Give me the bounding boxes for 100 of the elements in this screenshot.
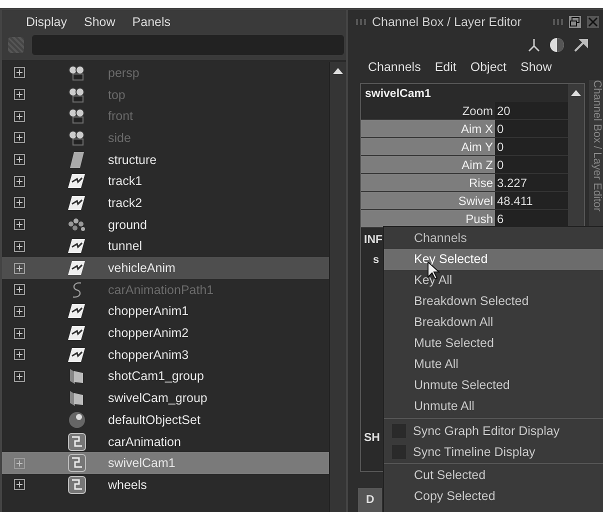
- outliner-row[interactable]: shotCam1_group: [2, 366, 329, 388]
- section-label: INF: [364, 234, 383, 246]
- expand-icon[interactable]: [14, 219, 25, 230]
- menu-item[interactable]: Copy Selected: [384, 486, 603, 507]
- transform-icon: [68, 303, 86, 320]
- panel-title: Channel Box / Layer Editor: [372, 15, 522, 29]
- node-name: front: [108, 109, 134, 124]
- channel-value[interactable]: 0: [495, 156, 568, 174]
- surface-icon: [69, 150, 85, 169]
- transform-icon: [68, 238, 86, 254]
- outliner-row[interactable]: defaultObjectSet: [2, 409, 329, 431]
- outliner-row[interactable]: wheels: [2, 474, 329, 496]
- outliner-row[interactable]: track1: [2, 170, 329, 192]
- menu-item[interactable]: Sync Graph Editor Display: [413, 424, 560, 438]
- expand-icon[interactable]: [14, 132, 25, 144]
- node-name: shotCam1_group: [108, 369, 204, 384]
- input-node-name: s: [373, 254, 380, 266]
- expand-icon[interactable]: [14, 328, 25, 339]
- camera-icon: [67, 86, 87, 103]
- float-icon[interactable]: [569, 16, 581, 28]
- contrast-icon[interactable]: [549, 37, 565, 53]
- expand-icon[interactable]: [14, 479, 25, 490]
- menu-item[interactable]: Mute All: [384, 354, 603, 375]
- menu-item[interactable]: Display: [26, 15, 67, 32]
- layer-icon: [68, 454, 86, 472]
- expand-icon[interactable]: [14, 284, 25, 296]
- expand-icon[interactable]: [14, 67, 25, 78]
- channel-value[interactable]: 20: [495, 102, 568, 120]
- expand-icon[interactable]: [14, 306, 25, 317]
- node-name: track2: [108, 196, 142, 210]
- outliner-row[interactable]: track2: [2, 192, 329, 214]
- menu-item[interactable]: Edit: [434, 60, 456, 80]
- outliner-row[interactable]: chopperAnim1: [2, 300, 329, 322]
- menu-item[interactable]: Breakdown Selected: [384, 291, 603, 312]
- menu-item[interactable]: Sync Timeline Display: [413, 444, 536, 458]
- transform-icon: [68, 260, 86, 276]
- menu-item[interactable]: Mute Selected: [384, 333, 603, 354]
- channel-name[interactable]: Aim Z: [361, 156, 495, 174]
- node-name: carAnimationPath1: [108, 282, 214, 297]
- menu-header: Channels: [413, 230, 468, 247]
- expand-icon[interactable]: [14, 349, 25, 360]
- outliner-row[interactable]: tunnel: [2, 236, 329, 258]
- channel-name[interactable]: Rise: [361, 174, 495, 192]
- outliner-row[interactable]: chopperAnim2: [2, 322, 329, 344]
- scroll-up-icon[interactable]: [333, 68, 343, 74]
- expand-icon[interactable]: [14, 262, 25, 274]
- outliner-row[interactable]: chopperAnim3: [2, 344, 329, 366]
- outliner-row[interactable]: swivelCam_group: [2, 387, 329, 409]
- channel-value[interactable]: 3.227: [495, 174, 568, 192]
- expand-icon[interactable]: [14, 154, 25, 166]
- menu-item[interactable]: Object: [470, 60, 507, 80]
- expand-icon[interactable]: [14, 370, 25, 382]
- outliner-row[interactable]: ground: [2, 214, 329, 236]
- expand-icon[interactable]: [14, 240, 25, 252]
- menu-item[interactable]: Breakdown All: [384, 312, 603, 333]
- outliner-row[interactable]: structure: [2, 148, 329, 170]
- node-name: swivelCam1: [108, 456, 176, 470]
- camera-icon: [67, 130, 87, 146]
- menu-item[interactable]: Show: [84, 15, 116, 32]
- channel-name[interactable]: Push: [361, 210, 495, 228]
- menu-item[interactable]: Unmute Selected: [384, 375, 603, 396]
- menu-item[interactable]: Panels: [132, 15, 171, 32]
- channel-name[interactable]: Swivel: [361, 192, 495, 210]
- grip-icon: [356, 19, 366, 25]
- channel-value[interactable]: 48.411: [495, 192, 568, 210]
- channel-name[interactable]: Aim Y: [361, 138, 495, 156]
- expand-icon[interactable]: [14, 110, 25, 122]
- node-name: ground: [108, 218, 147, 232]
- channel-value[interactable]: 0: [495, 120, 568, 138]
- node-name: side: [108, 130, 131, 145]
- menu-item[interactable]: Show: [520, 60, 552, 80]
- tab[interactable]: D: [358, 488, 382, 512]
- expand-icon[interactable]: [14, 197, 25, 208]
- scroll-up-icon[interactable]: [571, 90, 581, 96]
- node-name: chopperAnim2: [108, 326, 189, 340]
- node-name: chopperAnim3: [108, 348, 189, 362]
- expand-icon[interactable]: [14, 176, 25, 187]
- scrollbar[interactable]: [329, 62, 346, 512]
- node-name: defaultObjectSet: [108, 412, 200, 427]
- channel-value[interactable]: 0: [495, 138, 568, 156]
- menu-item[interactable]: Key Selected: [384, 249, 603, 270]
- filter-field[interactable]: [32, 35, 344, 55]
- channel-name[interactable]: Aim X: [361, 120, 495, 138]
- menu-item[interactable]: Key All: [384, 270, 603, 291]
- section-label: SH: [364, 432, 380, 444]
- outliner-row[interactable]: carAnimation: [2, 430, 329, 452]
- close-icon[interactable]: [587, 16, 599, 28]
- camera-icon: [67, 108, 87, 124]
- axis-icon[interactable]: [527, 38, 541, 52]
- layer-icon: [68, 476, 86, 494]
- grip-icon: [8, 37, 24, 53]
- outliner-row[interactable]: vehicleAnim: [2, 257, 329, 279]
- node-name: persp: [108, 66, 140, 80]
- menu-item[interactable]: Unmute All: [384, 396, 603, 417]
- menu-item[interactable]: Channels: [368, 60, 421, 80]
- particles-icon: [67, 218, 87, 232]
- arrow-icon[interactable]: [573, 37, 589, 53]
- node-name: chopperAnim1: [108, 304, 189, 318]
- menu-item[interactable]: Cut Selected: [384, 465, 603, 486]
- expand-icon[interactable]: [14, 89, 25, 100]
